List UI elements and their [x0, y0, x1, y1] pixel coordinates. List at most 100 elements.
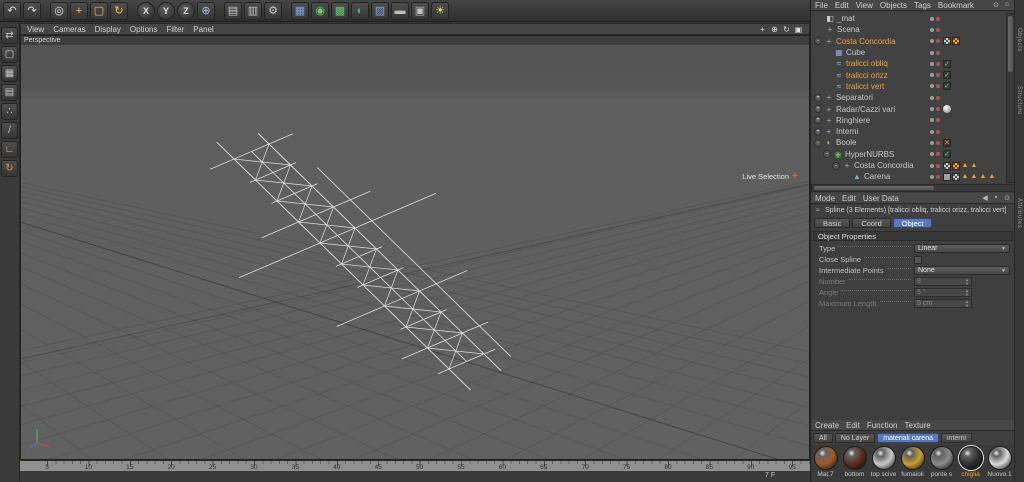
layer-tab-materiali-carena[interactable]: materiali carena	[877, 433, 939, 443]
tree-row[interactable]: + + Radar/Cazzi vari	[811, 103, 1006, 114]
add-floor-icon[interactable]: ▬	[391, 1, 409, 20]
phong-tag-icon[interactable]: ▲	[970, 173, 978, 181]
edge-tab-objects[interactable]: Objects	[1016, 28, 1022, 52]
tree-row[interactable]: + + Ringhiere	[811, 115, 1006, 126]
viewport-menu-panel[interactable]: Panel	[193, 25, 213, 34]
material-sphere-thumb[interactable]	[958, 446, 983, 470]
edge-tab-structure[interactable]: Structure	[1016, 86, 1022, 115]
render-visibility-dot[interactable]	[936, 50, 940, 55]
texture-tag-icon[interactable]	[952, 37, 960, 46]
editor-visibility-dot[interactable]	[930, 152, 934, 157]
material-item[interactable]: fumaioli	[898, 445, 927, 482]
tree-row[interactable]: - + Costa Concordia ▲ ▲	[811, 160, 1006, 171]
render-visibility-dot[interactable]	[936, 95, 940, 100]
add-boole-icon[interactable]: ◐	[351, 1, 369, 20]
viewport-menu-options[interactable]: Options	[130, 25, 158, 34]
material-item[interactable]: top scive	[869, 445, 898, 482]
mm-menu-edit[interactable]: Edit	[846, 421, 860, 430]
stepper-arrows-icon[interactable]: ▲ ▼	[965, 289, 969, 297]
field-dropdown[interactable]: None ▼	[914, 266, 1010, 275]
edge-mode-icon[interactable]: /	[1, 122, 18, 139]
add-camera-icon[interactable]: ▣	[411, 1, 429, 20]
render-visibility-dot[interactable]	[936, 152, 940, 157]
editor-visibility-dot[interactable]	[930, 16, 934, 21]
editor-visibility-dot[interactable]	[930, 174, 934, 179]
render-view-icon[interactable]: ▤	[224, 1, 242, 20]
material-item[interactable]: ponte s	[927, 445, 956, 482]
search-icon[interactable]: ⊙	[1003, 194, 1011, 202]
vscroll-thumb[interactable]	[1008, 16, 1013, 72]
tab-object[interactable]: Object	[892, 218, 933, 228]
layer-tab-interni[interactable]: interni	[941, 433, 973, 443]
rotate-tool-icon[interactable]: ↻	[110, 1, 128, 20]
enabled-check-icon[interactable]: ✓	[943, 59, 951, 68]
phong-tag-icon[interactable]: ▲	[961, 173, 969, 181]
render-visibility-dot[interactable]	[936, 118, 940, 123]
texture-tag-icon[interactable]	[943, 172, 951, 181]
tab-coord[interactable]: Coord	[852, 218, 891, 228]
field-checkbox[interactable]	[914, 255, 922, 264]
tree-row[interactable]: ≈ tralicci vert ✓	[811, 81, 1006, 92]
render-visibility-dot[interactable]	[936, 174, 940, 179]
material-item[interactable]: chiglia	[956, 445, 985, 482]
tree-row[interactable]: - ◉ HyperNURBS ✓	[811, 149, 1006, 160]
material-sphere-thumb[interactable]	[842, 446, 867, 470]
expand-icon[interactable]: +	[814, 93, 822, 102]
layer-tab-all[interactable]: All	[813, 433, 833, 443]
material-item[interactable]: bottom	[840, 445, 869, 482]
field-number-input[interactable]: 5 ° ▲ ▼	[914, 288, 972, 297]
tree-row[interactable]: ▦ Cube	[811, 47, 1006, 58]
model-mode-icon[interactable]: ▢	[1, 46, 18, 63]
render-visibility-dot[interactable]	[936, 39, 940, 44]
render-active-view-icon[interactable]: ▥	[244, 1, 262, 20]
redo-icon[interactable]: ↷	[23, 1, 41, 20]
tree-row[interactable]: + + Interni	[811, 126, 1006, 137]
pan-view-icon[interactable]: +	[758, 25, 767, 34]
stepper-arrows-icon[interactable]: ▲ ▼	[965, 278, 969, 286]
om-menu-objects[interactable]: Objects	[880, 1, 907, 10]
phong-tag-icon[interactable]: ▲	[961, 162, 969, 170]
workplane-mode-icon[interactable]: ▤	[1, 84, 18, 101]
om-menu-edit[interactable]: Edit	[835, 1, 849, 10]
texture-mode-icon[interactable]: ▦	[1, 65, 18, 82]
axis-mode-icon[interactable]: ∟	[1, 141, 18, 158]
tree-row[interactable]: + Scena	[811, 24, 1006, 35]
tree-row[interactable]: + + Separatori	[811, 92, 1006, 103]
lock-x-axis-icon[interactable]: X	[137, 1, 155, 20]
render-visibility-dot[interactable]	[936, 84, 940, 89]
tree-row[interactable]: ◧ _mat	[811, 13, 1006, 24]
collapse-icon[interactable]: -	[832, 161, 840, 170]
render-visibility-dot[interactable]	[936, 73, 940, 78]
expand-icon[interactable]: +	[814, 127, 822, 136]
render-visibility-dot[interactable]	[936, 129, 940, 134]
add-bezier-icon[interactable]: ▨	[371, 1, 389, 20]
layer-tab-no-layer[interactable]: No Layer	[834, 433, 876, 443]
render-visibility-dot[interactable]	[936, 61, 940, 66]
collapse-icon[interactable]: -	[823, 150, 831, 159]
object-manager-hscrollbar[interactable]	[811, 184, 1015, 192]
am-menu-mode[interactable]: Mode	[815, 194, 835, 203]
field-number-input[interactable]: 8 ▲ ▼	[914, 277, 972, 286]
om-menu-view[interactable]: View	[856, 1, 873, 10]
tree-row[interactable]: ≈ tralicci obliq ✓	[811, 58, 1006, 69]
material-sphere-thumb[interactable]	[929, 446, 954, 470]
add-cube-icon[interactable]: ▦	[291, 1, 309, 20]
tree-row[interactable]: - + Costa Concordia	[811, 36, 1006, 47]
material-sphere-thumb[interactable]	[987, 446, 1012, 470]
stepper-arrows-icon[interactable]: ▲ ▼	[965, 300, 969, 308]
editor-visibility-dot[interactable]	[930, 50, 934, 55]
viewport-menu-display[interactable]: Display	[95, 25, 121, 34]
add-hypernurbs-icon[interactable]: ◉	[311, 1, 329, 20]
timeline-ruler[interactable]: 5 10 15 20 25 30 35 40 45 50 55 60 65 70 75 80 85 90 95	[20, 460, 810, 471]
point-mode-icon[interactable]: ∴	[1, 103, 18, 120]
scale-tool-icon[interactable]: ▢	[90, 1, 108, 20]
mm-menu-function[interactable]: Function	[867, 421, 898, 430]
editor-visibility-dot[interactable]	[930, 27, 934, 32]
am-menu-edit[interactable]: Edit	[842, 194, 856, 203]
render-settings-icon[interactable]: ⚙	[264, 1, 282, 20]
field-number-input[interactable]: 5 cm ▲ ▼	[914, 299, 972, 308]
viewport-canvas[interactable]	[21, 45, 810, 460]
edge-tab-attributes[interactable]: Attributes	[1016, 198, 1022, 228]
disabled-x-icon[interactable]: ×	[943, 138, 951, 147]
editor-visibility-dot[interactable]	[930, 95, 934, 100]
